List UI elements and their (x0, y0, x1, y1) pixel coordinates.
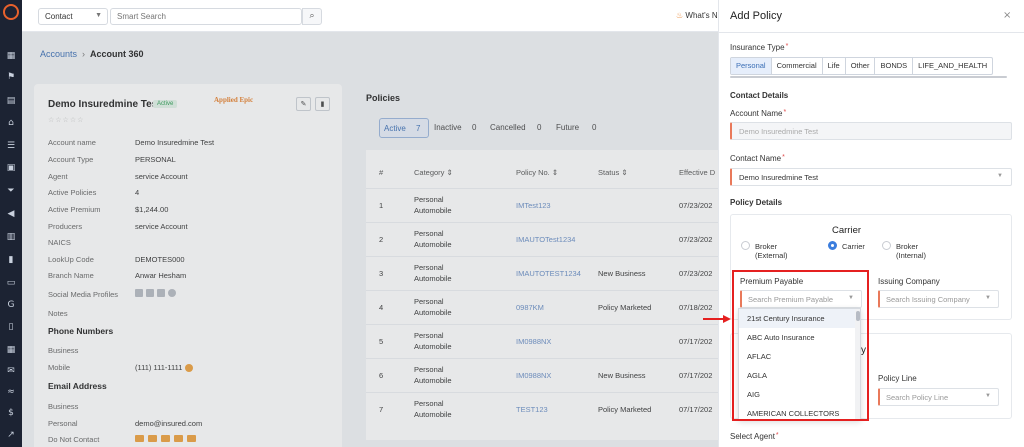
left-nav-rail: ▦ ⚑ ▤ ⌂ ☰ ▣ ⏷ ◀ ▥ ▮ ▭ G ▯ ▦ ✉ ≈ $ ↗ (0, 0, 22, 447)
contact-card-icon[interactable]: ▣ (5, 163, 17, 173)
tab-life-and-health[interactable]: LIFE_AND_HEALTH (913, 58, 992, 74)
drawer-title: Add Policy (730, 10, 782, 22)
notes-icon[interactable]: ▥ (5, 232, 17, 242)
issuing-company-label: Issuing Company (878, 277, 940, 286)
chevron-down-icon: ▼ (985, 393, 991, 399)
account-name-label: Account Name* (730, 109, 787, 118)
fire-icon: ♨ (676, 11, 684, 20)
contact-select[interactable]: Contact ▼ (38, 8, 108, 25)
contact-select-value: Contact (45, 12, 73, 21)
insurance-type-tabs: Personal Commercial Life Other BONDS LIF… (730, 57, 994, 75)
tab-other[interactable]: Other (846, 58, 876, 74)
radio-carrier-label: Carrier (842, 242, 865, 251)
policy-line-label: Policy Line (878, 374, 917, 383)
highlight-box (732, 270, 869, 421)
menu-icon[interactable]: ☰ (5, 141, 17, 151)
smart-search-input[interactable] (110, 8, 302, 25)
megaphone-icon[interactable]: ◀ (5, 209, 17, 219)
contact-name-select[interactable]: Demo Insuredmine Test ▼ (730, 168, 1012, 186)
whats-new-link[interactable]: ♨ What's N (676, 11, 718, 20)
policy-line-search[interactable]: Search Policy Line ▼ (878, 388, 999, 406)
handshake-icon[interactable]: ≈ (5, 387, 17, 397)
tab-commercial[interactable]: Commercial (772, 58, 823, 74)
google-icon[interactable]: G (5, 300, 17, 310)
file-icon[interactable]: ▯ (5, 322, 17, 332)
radio-broker-internal[interactable] (882, 241, 891, 250)
contact-details-heading: Contact Details (730, 91, 789, 100)
tab-personal[interactable]: Personal (731, 58, 772, 74)
documents-icon[interactable]: ▤ (5, 96, 17, 106)
analytics-icon[interactable]: ▮ (5, 255, 17, 265)
search-icon[interactable]: ⌕ (302, 8, 322, 25)
modal-overlay[interactable] (22, 32, 718, 447)
radio-broker-external-label: Broker (External) (755, 242, 788, 260)
filter-icon[interactable]: ⏷ (5, 186, 17, 196)
mail-icon[interactable]: ✉ (5, 366, 17, 376)
chart-icon[interactable]: ↗ (5, 430, 17, 440)
divider (719, 32, 1024, 33)
insurance-type-label: Insurance Type* (730, 43, 789, 52)
dollar-icon[interactable]: $ (5, 408, 17, 418)
pipeline-icon[interactable]: ⚑ (5, 72, 17, 82)
tab-life[interactable]: Life (823, 58, 846, 74)
issuing-company-search[interactable]: Search Issuing Company ▼ (878, 290, 999, 308)
radio-broker-external[interactable] (741, 241, 750, 250)
tab-bonds[interactable]: BONDS (875, 58, 914, 74)
policy-details-heading: Policy Details (730, 198, 783, 207)
app-logo-icon[interactable] (3, 4, 19, 20)
annotation-arrow-icon (703, 315, 731, 323)
radio-broker-internal-label: Broker (Internal) (896, 242, 927, 260)
contact-name-label: Contact Name* (730, 154, 785, 163)
dashboard-icon[interactable]: ▦ (5, 51, 17, 61)
top-bar: Contact ▼ ⌕ ♨ What's N (22, 0, 718, 32)
close-icon[interactable]: × (1003, 10, 1011, 21)
radio-carrier[interactable] (828, 241, 837, 250)
bank-icon[interactable]: ⌂ (5, 118, 17, 128)
folder-icon[interactable]: ▭ (5, 278, 17, 288)
select-agent-label: Select Agent* (730, 432, 779, 441)
chevron-down-icon: ▼ (985, 295, 991, 301)
account-name-field: Demo Insuredmine Test (730, 122, 1012, 140)
calendar-icon[interactable]: ▦ (5, 345, 17, 355)
tabs-scrollbar[interactable] (730, 76, 1007, 78)
carrier-title: Carrier (832, 225, 862, 236)
chevron-down-icon: ▼ (997, 173, 1003, 179)
chevron-down-icon: ▼ (95, 12, 102, 19)
